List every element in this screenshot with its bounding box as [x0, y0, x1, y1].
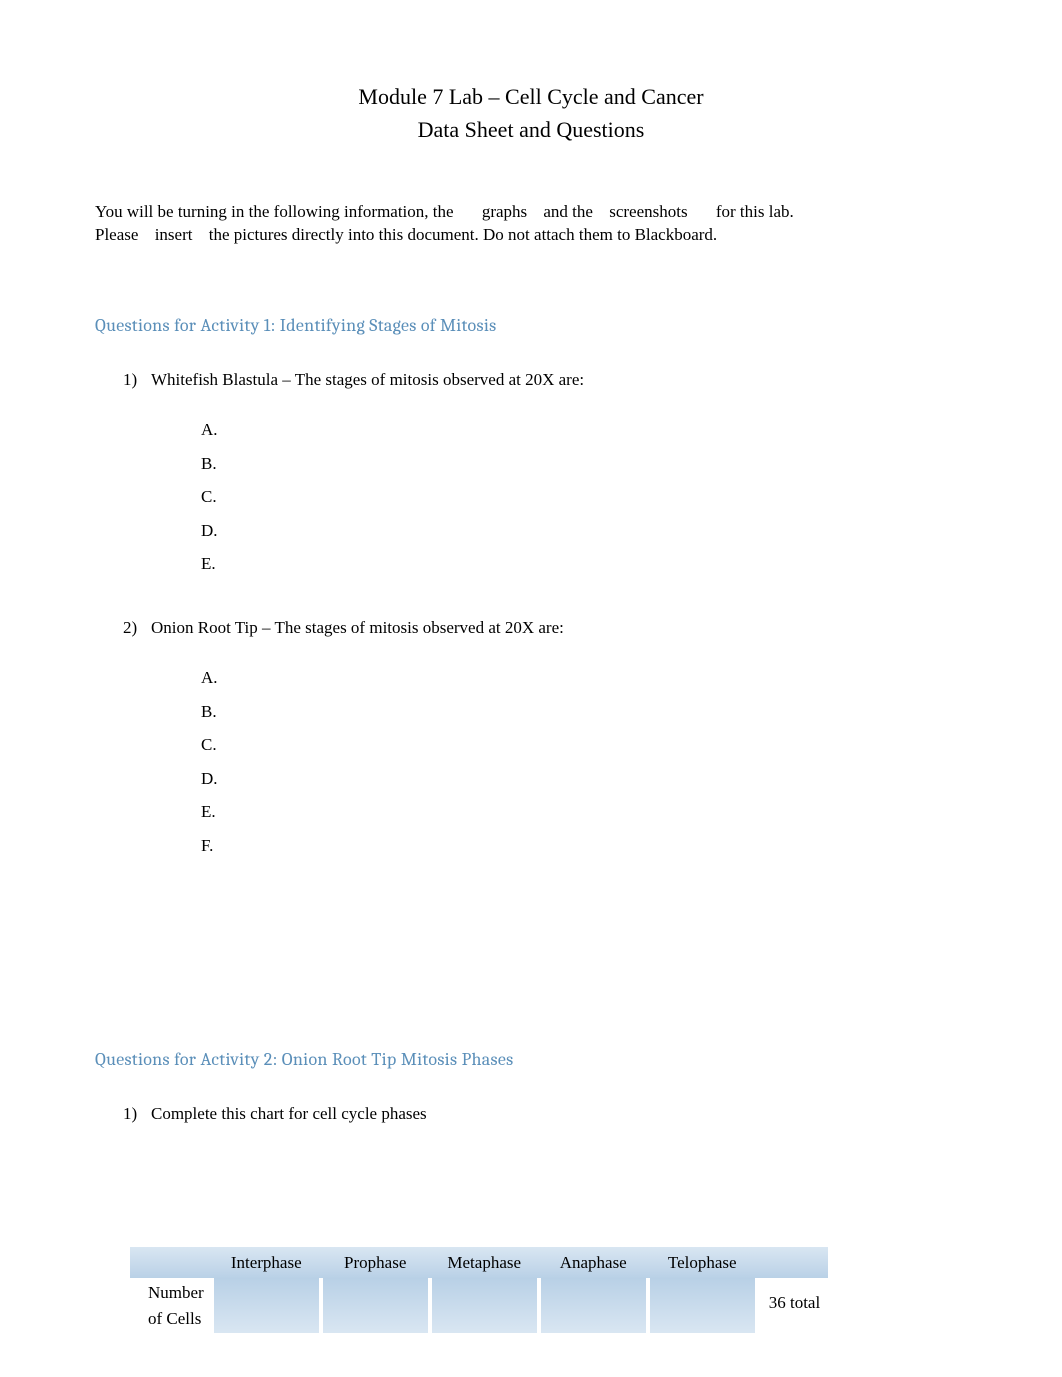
data-cell: [323, 1278, 428, 1333]
total-cell: 36 total: [755, 1278, 828, 1326]
list-item: D.: [201, 766, 967, 792]
intro-frag: insert: [155, 225, 193, 244]
list-item: C.: [201, 484, 967, 510]
col-header: Interphase: [214, 1247, 319, 1279]
q1-number: 1): [123, 367, 151, 393]
title-line-2: Data Sheet and Questions: [95, 113, 967, 146]
total-header: [755, 1247, 828, 1279]
activity1-q1: 1)Whitefish Blastula – The stages of mit…: [95, 367, 967, 577]
col-header: Prophase: [323, 1247, 428, 1279]
total-cell-empty: [755, 1327, 828, 1334]
intro-frag: Please: [95, 225, 138, 244]
row-label-b: of Cells: [148, 1309, 201, 1328]
list-item: E.: [201, 799, 967, 825]
activity1-q2: 2)Onion Root Tip – The stages of mitosis…: [95, 615, 967, 859]
row-label: Number of Cells: [130, 1278, 214, 1333]
q1-letter-list: A. B. C. D. E.: [201, 417, 967, 577]
intro-frag: screenshots: [609, 202, 687, 221]
activity2-q1: 1)Complete this chart for cell cycle pha…: [95, 1101, 967, 1127]
q2-text: Onion Root Tip – The stages of mitosis o…: [151, 618, 564, 637]
list-item: B.: [201, 699, 967, 725]
a2-q1-number: 1): [123, 1101, 151, 1127]
activity1-heading: Questions for Activity 1: Identifying St…: [95, 312, 967, 339]
list-item: B.: [201, 451, 967, 477]
list-item: F.: [201, 833, 967, 859]
phase-table: Interphase Prophase Metaphase Anaphase T…: [130, 1247, 828, 1334]
q2-letter-list: A. B. C. D. E. F.: [201, 665, 967, 858]
col-header: Metaphase: [432, 1247, 537, 1279]
q1-prompt: 1)Whitefish Blastula – The stages of mit…: [123, 367, 967, 393]
intro-paragraph: You will be turning in the following inf…: [95, 201, 967, 247]
data-cell: [432, 1278, 537, 1333]
data-cell: [214, 1278, 319, 1333]
q2-prompt: 2)Onion Root Tip – The stages of mitosis…: [123, 615, 967, 641]
intro-frag: You will be turning in the following inf…: [95, 202, 454, 221]
title-line-1: Module 7 Lab – Cell Cycle and Cancer: [95, 80, 967, 113]
table-header-row: Interphase Prophase Metaphase Anaphase T…: [130, 1247, 828, 1279]
intro-frag: for this lab.: [716, 202, 794, 221]
spacer: [95, 896, 967, 1046]
q1-text: Whitefish Blastula – The stages of mitos…: [151, 370, 584, 389]
title-block: Module 7 Lab – Cell Cycle and Cancer Dat…: [95, 80, 967, 146]
col-header: Anaphase: [541, 1247, 646, 1279]
list-item: A.: [201, 417, 967, 443]
intro-frag: graphs: [482, 202, 527, 221]
table-row: Number of Cells 36 total: [130, 1278, 828, 1326]
list-item: C.: [201, 732, 967, 758]
data-cell: [650, 1278, 755, 1333]
data-cell: [541, 1278, 646, 1333]
list-item: D.: [201, 518, 967, 544]
activity2-heading: Questions for Activity 2: Onion Root Tip…: [95, 1046, 967, 1073]
corner-cell: [130, 1247, 214, 1279]
a2-q1-prompt: 1)Complete this chart for cell cycle pha…: [123, 1101, 967, 1127]
list-item: A.: [201, 665, 967, 691]
a2-q1-text: Complete this chart for cell cycle phase…: [151, 1104, 427, 1123]
q2-number: 2): [123, 615, 151, 641]
list-item: E.: [201, 551, 967, 577]
intro-frag: the pictures directly into this document…: [209, 225, 717, 244]
col-header: Telophase: [650, 1247, 755, 1279]
intro-frag: and the: [543, 202, 593, 221]
phase-table-wrap: Interphase Prophase Metaphase Anaphase T…: [130, 1247, 967, 1334]
row-label-a: Number: [148, 1283, 204, 1302]
